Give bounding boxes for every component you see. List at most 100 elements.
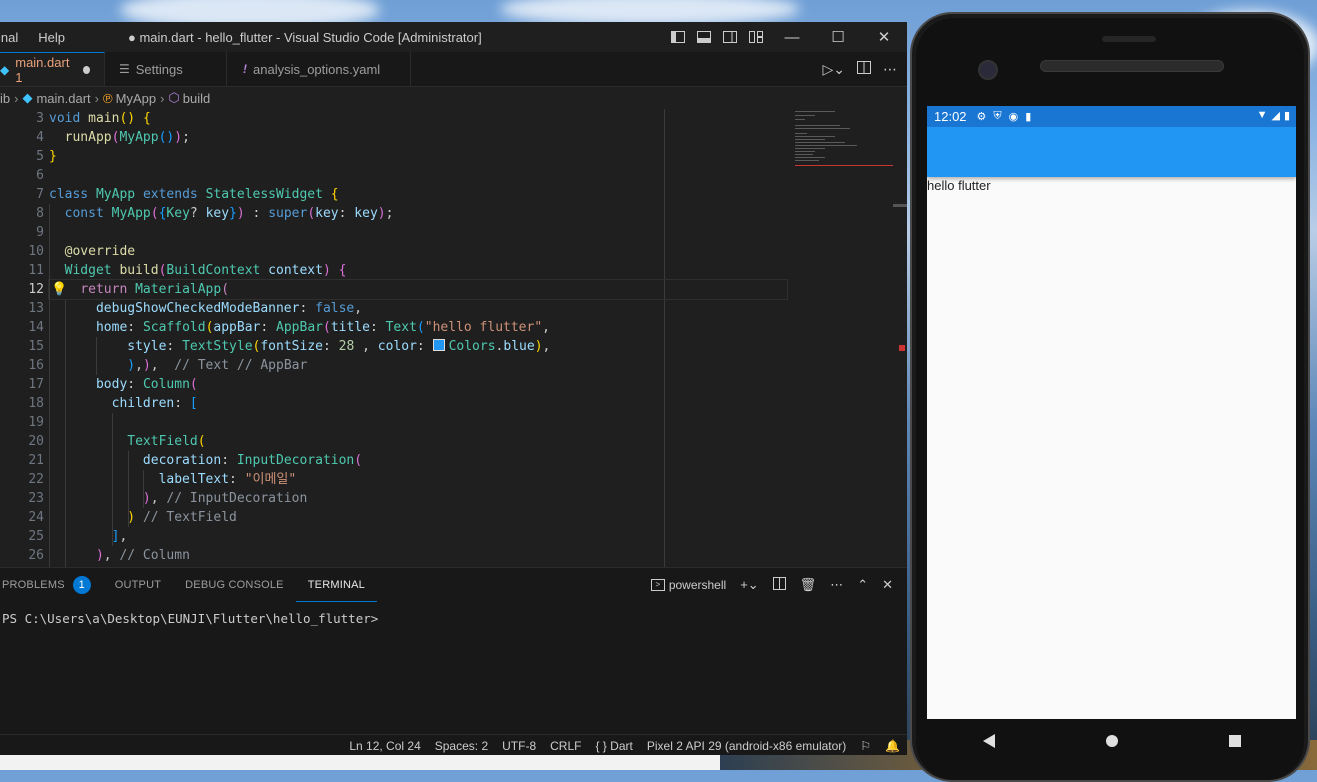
tab-terminal[interactable]: TERMINAL [295,568,377,602]
tab-label: main.dart 1 [15,54,70,85]
desktop-strip [0,755,720,770]
trash-icon[interactable]: 🗑 [800,577,817,593]
code-line: ), // Column [95,548,190,563]
tab-analysis-options[interactable]: ! analysis_options.yaml [227,52,411,86]
code-line: labelText: "이메일" [158,472,297,487]
line-number: 25 [28,529,44,544]
tab-label: analysis_options.yaml [253,61,381,77]
status-indentation[interactable]: Spaces: 2 [428,739,495,753]
braces-icon: { } [595,739,607,753]
line-number: 17 [28,377,44,392]
tab-problems[interactable]: PROBLEMS 1 [0,568,103,602]
maximize-panel-icon[interactable]: ⌃ [857,577,868,593]
recent-apps-icon[interactable] [1228,735,1241,747]
phone-top-slot [1102,36,1156,42]
new-terminal-icon[interactable]: +⌄ [740,577,758,593]
code-line: debugShowCheckedModeBanner: false, [95,301,363,316]
status-encoding[interactable]: UTF-8 [495,739,543,753]
code-line: body: Column( [95,377,198,392]
more-actions-icon[interactable]: ⋯ [830,577,843,593]
maximize-icon[interactable]: ☐ [815,22,861,52]
line-number: 4 [36,130,44,145]
menu-help[interactable]: Help [28,30,75,45]
toggle-secondary-sidebar-icon[interactable] [717,22,743,52]
tab-debug-console[interactable]: DEBUG CONSOLE [173,568,296,602]
editor-scrollbar[interactable] [893,109,907,568]
feedback-icon[interactable]: ⚐ [853,739,878,753]
tab-main-dart[interactable]: ◆ main.dart 1 [0,52,105,86]
android-nav-bar [927,719,1296,763]
signal-icon: ◢ [1271,110,1280,122]
line-number: 26 [28,548,44,563]
shell-name: powershell [668,578,727,592]
menu-terminal[interactable]: inal [0,30,28,45]
settings-gear-icon: ⚙ [976,111,987,123]
code-line-current: return MaterialApp( [48,279,788,300]
terminal-icon: > [650,579,665,591]
emulator-screen[interactable]: 12:02 ⚙ ⛨ ◉ ▮ ▼ ◢ ▮ hello flutter [927,106,1296,719]
line-number: 19 [28,415,44,430]
line-number: 3 [36,111,44,126]
status-time: 12:02 [934,109,967,124]
toggle-panel-icon[interactable] [691,22,717,52]
code-editor[interactable]: 3 4 5 6 7 8 9 10 11 12 13 14 15 16 17 18… [0,109,907,568]
language-label: Dart [610,739,633,753]
back-icon[interactable] [982,734,995,748]
body-text: hello flutter [927,178,991,193]
bottom-panel: PROBLEMS 1 OUTPUT DEBUG CONSOLE TERMINAL… [0,567,907,736]
shield-icon: ⛨ [993,110,1002,122]
run-icon[interactable]: ▷⌄ [823,61,846,78]
code-line: style: TextStyle(fontSize: 28 , color: C… [127,339,551,354]
tab-settings[interactable]: ☰ Settings [105,52,227,86]
tab-label: Settings [135,61,183,77]
breadcrumb-file[interactable]: main.dart [36,91,90,106]
sync-icon: ◉ [1008,111,1019,123]
unsaved-dot-icon[interactable] [82,65,90,74]
editor-actions: ▷⌄ ⋯ [823,52,898,86]
android-status-bar: 12:02 ⚙ ⛨ ◉ ▮ ▼ ◢ ▮ [927,106,1296,127]
toggle-sidebar-icon[interactable] [665,22,691,52]
line-number: 18 [28,396,44,411]
line-number: 6 [36,168,44,183]
code-line: runApp(MyApp()); [64,130,190,145]
minimap[interactable] [795,109,893,189]
split-editor-icon[interactable] [857,61,871,77]
breadcrumb-class[interactable]: MyApp [116,91,156,106]
customize-layout-icon[interactable] [743,22,769,52]
close-panel-icon[interactable]: ✕ [882,577,893,593]
tab-output[interactable]: OUTPUT [103,568,173,602]
window-title: ● main.dart - hello_flutter - Visual Stu… [128,30,482,45]
method-symbol-icon: ⬡ [168,90,180,105]
home-icon[interactable] [1105,735,1118,747]
yaml-exclamation-icon: ! [243,62,247,76]
code-line: void main() { [49,111,151,126]
code-line: Widget build(BuildContext context) { [64,263,347,278]
chevron-right-icon: › [14,90,19,106]
line-number: 8 [36,206,44,221]
status-eol[interactable]: CRLF [543,739,588,753]
scrollbar-thumb[interactable] [893,204,907,207]
line-number: 10 [28,244,44,259]
status-cursor-position[interactable]: Ln 12, Col 24 [342,739,427,753]
status-notification-icons: ⚙ ⛨ ◉ ▮ [977,110,1032,123]
status-language[interactable]: { } Dart [588,739,639,753]
code-line: children: [ [111,396,198,411]
front-camera-icon [978,60,998,80]
terminal-shell-selector[interactable]: > powershell [650,578,727,592]
terminal-prompt[interactable]: PS C:\Users\a\Desktop\EUNJI\Flutter\hell… [0,602,907,626]
code-lines: void main() { runApp(MyApp()); } class M… [48,109,788,565]
split-terminal-icon[interactable] [772,577,786,593]
close-icon[interactable]: ✕ [861,22,907,52]
scrollbar-error-marker [899,345,905,351]
sd-card-icon: ▮ [1025,111,1032,123]
code-line: home: Scaffold(appBar: AppBar(title: Tex… [95,320,550,335]
breadcrumb-folder[interactable]: ib [0,91,10,106]
breadcrumb-method[interactable]: build [183,91,210,106]
more-actions-icon[interactable]: ⋯ [883,61,897,78]
status-device[interactable]: Pixel 2 API 29 (android-x86 emulator) [640,739,853,753]
notifications-bell-icon[interactable]: 🔔 [878,739,907,753]
settings-list-icon: ☰ [119,62,130,76]
minimize-icon[interactable]: — [769,22,815,52]
line-number: 5 [36,149,44,164]
